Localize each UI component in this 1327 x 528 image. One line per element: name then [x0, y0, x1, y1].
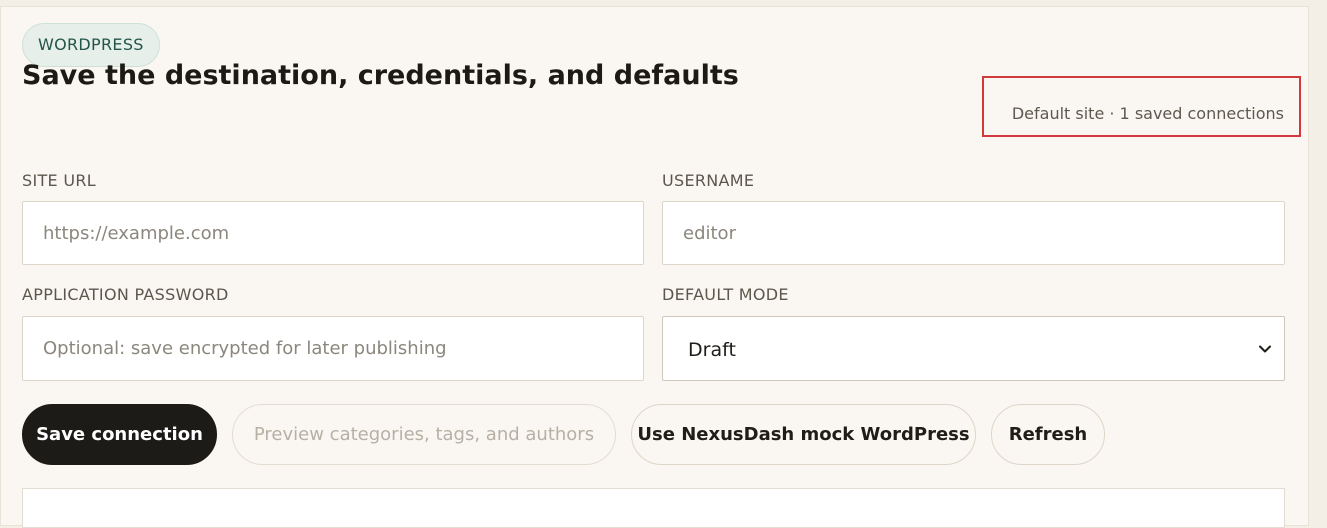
site-url-label: SITE URL — [22, 171, 96, 190]
results-panel — [22, 488, 1285, 528]
connection-status-text: Default site · 1 saved connections — [1011, 104, 1284, 123]
username-label: USERNAME — [662, 171, 755, 190]
save-connection-button[interactable]: Save connection — [22, 404, 217, 465]
section-title: Save the destination, credentials, and d… — [22, 60, 739, 91]
application-password-input[interactable] — [22, 316, 644, 381]
chevron-down-icon — [1259, 345, 1271, 353]
preview-taxonomy-button[interactable]: Preview categories, tags, and authors — [232, 404, 616, 465]
connection-status-box: Default site · 1 saved connections — [982, 76, 1301, 137]
default-mode-select[interactable]: Draft — [662, 316, 1285, 381]
use-mock-wordpress-button[interactable]: Use NexusDash mock WordPress — [631, 404, 976, 465]
refresh-button[interactable]: Refresh — [991, 404, 1105, 465]
site-url-input[interactable] — [22, 201, 644, 265]
default-mode-value: Draft — [688, 339, 736, 361]
username-input[interactable] — [662, 201, 1285, 265]
default-mode-label: DEFAULT MODE — [662, 285, 789, 304]
application-password-label: APPLICATION PASSWORD — [22, 285, 229, 304]
